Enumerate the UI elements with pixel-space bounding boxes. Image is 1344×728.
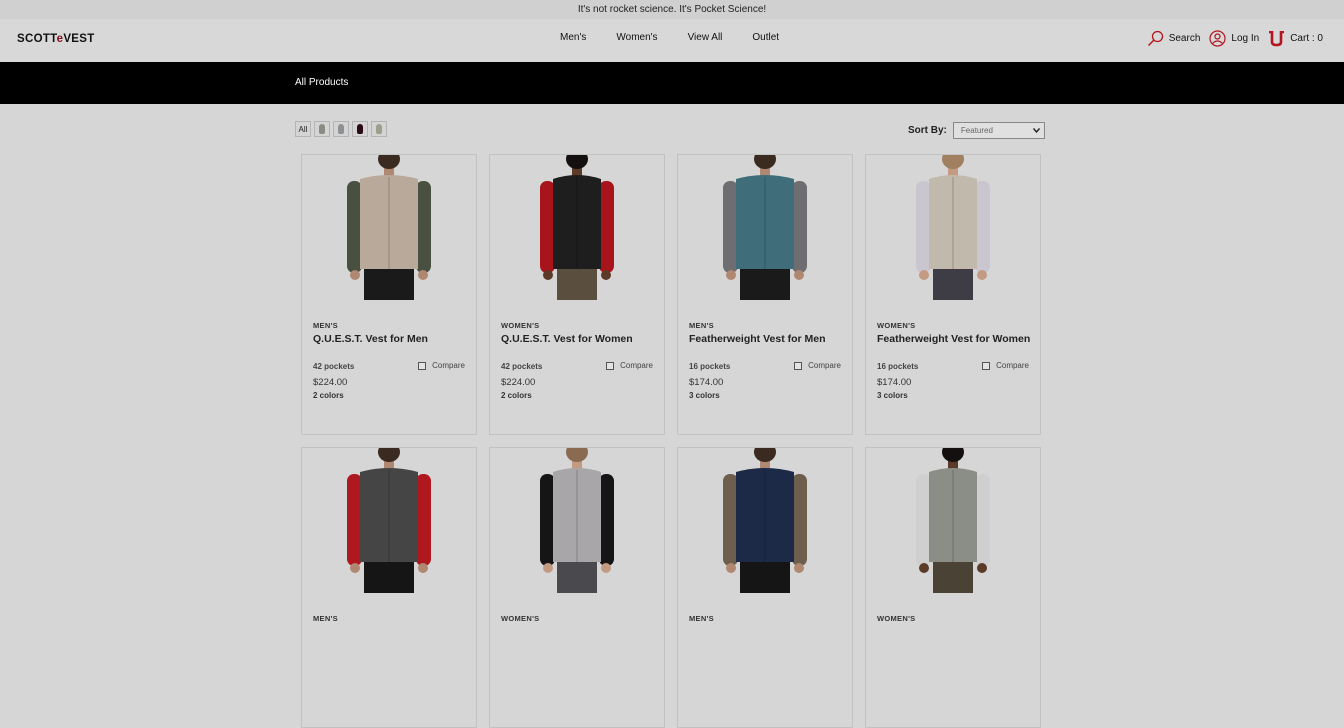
search-icon xyxy=(1147,30,1163,47)
product-pockets: 16 pockets xyxy=(689,362,731,371)
swatch-icon xyxy=(338,124,344,134)
site-header: SCOTTeVEST Men's Women's View All Outlet… xyxy=(0,19,1344,63)
product-card[interactable]: WOMEN'S Q.U.E.S.T. Vest for Women 42 pocke… xyxy=(489,154,665,435)
product-price: $224.00 xyxy=(313,377,348,388)
product-image[interactable] xyxy=(678,155,852,300)
product-image[interactable] xyxy=(866,448,1040,593)
product-colors[interactable]: 3 colors xyxy=(689,391,720,400)
nav-womens[interactable]: Women's xyxy=(616,32,657,43)
product-card[interactable]: MEN'S xyxy=(677,447,853,728)
filter-swatch[interactable] xyxy=(352,121,368,137)
product-pockets: 42 pockets xyxy=(313,362,355,371)
user-icon xyxy=(1209,30,1226,47)
product-name[interactable]: Featherweight Vest for Women xyxy=(877,333,1030,345)
checkbox-icon xyxy=(606,361,615,370)
color-filters: All xyxy=(295,121,387,137)
product-colors[interactable]: 3 colors xyxy=(877,391,908,400)
cart-icon xyxy=(1269,30,1285,46)
product-name[interactable]: Featherweight Vest for Men xyxy=(689,333,826,345)
product-category: WOMEN'S xyxy=(877,321,916,330)
checkbox-icon xyxy=(418,361,427,370)
compare-checkbox[interactable]: Compare xyxy=(982,361,1029,370)
compare-checkbox[interactable]: Compare xyxy=(418,361,465,370)
login-link[interactable]: Log In xyxy=(1209,30,1259,47)
chevron-down-icon xyxy=(1032,128,1040,133)
product-image[interactable] xyxy=(678,448,852,593)
filter-swatch[interactable] xyxy=(371,121,387,137)
product-category: MEN'S xyxy=(689,321,714,330)
product-pockets: 16 pockets xyxy=(877,362,919,371)
product-image[interactable] xyxy=(866,155,1040,300)
product-card[interactable]: WOMEN'S xyxy=(489,447,665,728)
product-card[interactable]: MEN'S Featherweight Vest for Men 16 pocket… xyxy=(677,154,853,435)
product-image[interactable] xyxy=(302,448,476,593)
brand-logo[interactable]: SCOTTeVEST xyxy=(17,33,95,45)
announcement-bar: It's not rocket science. It's Pocket Sci… xyxy=(0,0,1344,19)
product-category: WOMEN'S xyxy=(501,321,540,330)
cart-link[interactable]: Cart : 0 xyxy=(1268,30,1323,47)
nav-view-all[interactable]: View All xyxy=(688,32,723,43)
product-card[interactable]: WOMEN'S Featherweight Vest for Women 16 po… xyxy=(865,154,1041,435)
sort-control: Sort By: Featured xyxy=(908,122,1045,139)
product-name[interactable]: Q.U.E.S.T. Vest for Women xyxy=(501,333,633,345)
compare-checkbox[interactable]: Compare xyxy=(794,361,841,370)
sort-select[interactable]: Featured xyxy=(952,122,1045,139)
page-title: All Products xyxy=(295,77,349,88)
nav-outlet[interactable]: Outlet xyxy=(752,32,779,43)
product-category: MEN'S xyxy=(313,321,338,330)
filter-all[interactable]: All xyxy=(295,121,311,137)
nav-mens[interactable]: Men's xyxy=(560,32,586,43)
page-banner: All Products xyxy=(0,62,1344,104)
product-price: $174.00 xyxy=(877,377,912,388)
compare-checkbox[interactable]: Compare xyxy=(606,361,653,370)
checkbox-icon xyxy=(982,361,991,370)
product-colors[interactable]: 2 colors xyxy=(313,391,344,400)
checkbox-icon xyxy=(794,361,803,370)
product-card[interactable]: WOMEN'S xyxy=(865,447,1041,728)
product-image[interactable] xyxy=(490,155,664,300)
cart-label: Cart : 0 xyxy=(1290,33,1323,44)
utility-nav: Search Log In Cart : 0 xyxy=(1138,30,1323,47)
product-price: $224.00 xyxy=(501,377,536,388)
product-name[interactable]: Q.U.E.S.T. Vest for Men xyxy=(313,333,428,345)
search-link[interactable]: Search xyxy=(1147,30,1201,47)
filter-swatch[interactable] xyxy=(333,121,349,137)
login-label: Log In xyxy=(1231,33,1260,44)
product-price: $174.00 xyxy=(689,377,724,388)
search-label: Search xyxy=(1168,33,1201,44)
filter-swatch[interactable] xyxy=(314,121,330,137)
product-colors[interactable]: 2 colors xyxy=(501,391,532,400)
swatch-icon xyxy=(357,124,363,134)
swatch-icon xyxy=(376,124,382,134)
swatch-icon xyxy=(319,124,325,134)
announcement-text: It's not rocket science. It's Pocket Sci… xyxy=(577,4,767,15)
product-card[interactable]: MEN'S xyxy=(301,447,477,728)
product-pockets: 42 pockets xyxy=(501,362,543,371)
product-image[interactable] xyxy=(490,448,664,593)
product-card[interactable]: MEN'S Q.U.E.S.T. Vest for Men 42 pockets Co… xyxy=(301,154,477,435)
main-nav: Men's Women's View All Outlet xyxy=(560,32,809,43)
sort-label: Sort By: xyxy=(908,125,947,136)
product-image[interactable] xyxy=(302,155,476,300)
